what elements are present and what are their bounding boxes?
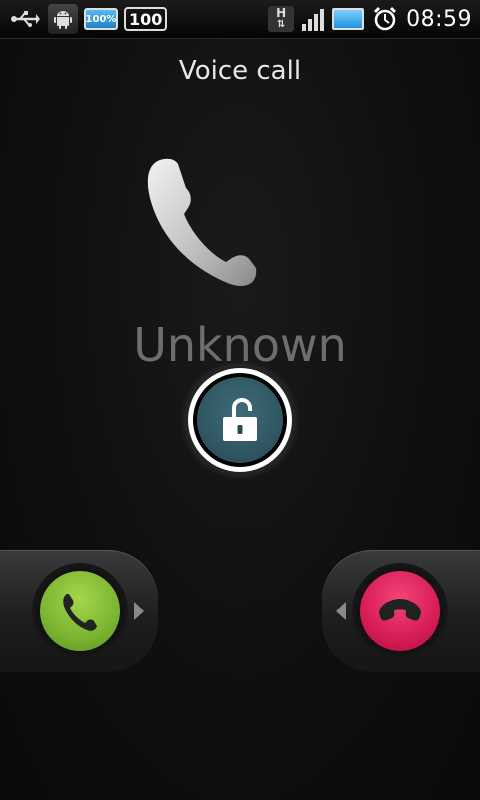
answer-call-button[interactable] (40, 571, 120, 651)
incoming-call-screen: 100% 100 H ⇅ 08:59 Voice call Unknown (0, 0, 480, 800)
status-bar: 100% 100 H ⇅ 08:59 (0, 0, 480, 39)
call-type-title: Voice call (178, 56, 302, 86)
decline-call-button[interactable] (360, 571, 440, 651)
handset-icon (130, 150, 280, 300)
unlock-ring-inner (193, 373, 287, 467)
phone-answer-icon (63, 594, 97, 631)
slide-right-arrow-icon (134, 602, 144, 620)
status-clock: 08:59 (406, 6, 472, 32)
unlock-button-core (197, 377, 283, 463)
unlock-icon (223, 398, 257, 441)
decline-button-well (352, 563, 448, 659)
signal-icon (302, 7, 325, 31)
answer-slider-track[interactable] (0, 550, 158, 672)
status-bar-right: H ⇅ 08:59 (268, 6, 480, 32)
unlock-slider-handle[interactable] (188, 368, 292, 472)
status-bar-left: 100% 100 (0, 4, 168, 34)
alarm-icon (372, 6, 398, 32)
battery-level-badge: 100 (124, 7, 168, 31)
android-icon (48, 4, 78, 34)
battery-percent-icon: 100% (84, 8, 118, 30)
decline-slider-track[interactable] (322, 550, 480, 672)
slide-left-arrow-icon (336, 602, 346, 620)
phone-hangup-icon (379, 599, 421, 621)
caller-name: Unknown (133, 318, 347, 372)
battery-icon (332, 8, 365, 30)
data-arrows-icon: ⇅ (276, 19, 286, 30)
answer-button-well (32, 563, 128, 659)
hsdpa-icon: H ⇅ (268, 6, 295, 32)
network-type-label: H (276, 6, 287, 20)
usb-icon (8, 9, 42, 29)
